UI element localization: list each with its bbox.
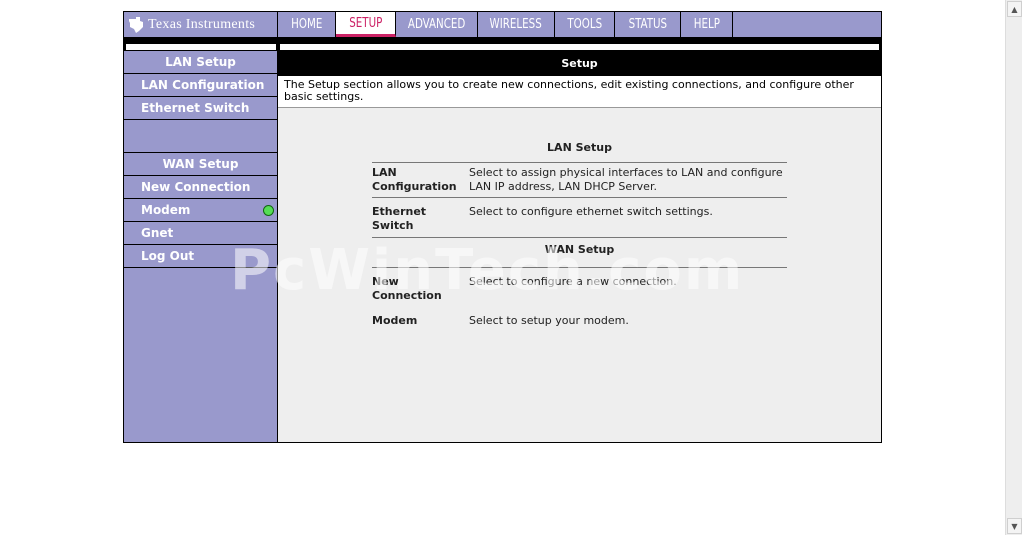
tab-setup[interactable]: SETUP — [336, 12, 396, 37]
tab-status[interactable]: STATUS — [615, 12, 681, 37]
router-admin-frame: Texas Instruments HOME SETUP ADVANCED WI… — [123, 11, 882, 443]
tab-wireless[interactable]: WIRELESS — [478, 12, 555, 37]
setup-index: LAN Setup LAN Configuration Select to as… — [372, 137, 787, 332]
page-title: Setup — [278, 51, 881, 76]
divider-gap-right — [280, 44, 879, 50]
header-divider — [123, 38, 882, 51]
link-lan-configuration[interactable]: LAN Configuration — [372, 166, 469, 194]
scroll-up-icon[interactable]: ▲ — [1007, 1, 1022, 17]
sidebar-item-gnet[interactable]: Gnet — [124, 222, 277, 245]
sidebar-item-lan-configuration[interactable]: LAN Configuration — [124, 74, 277, 97]
vertical-scrollbar[interactable]: ▲ ▼ — [1005, 0, 1022, 535]
link-modem[interactable]: Modem — [372, 314, 469, 328]
sidebar-item-modem[interactable]: Modem — [124, 199, 277, 222]
tab-home[interactable]: HOME — [278, 12, 336, 37]
top-navigation: Texas Instruments HOME SETUP ADVANCED WI… — [123, 11, 882, 38]
sidebar-item-ethernet-switch[interactable]: Ethernet Switch — [124, 97, 277, 120]
tab-advanced[interactable]: ADVANCED — [396, 12, 478, 37]
ti-logo: Texas Instruments — [124, 12, 278, 37]
row-description: Select to setup your modem. — [469, 314, 629, 327]
main-panel: Setup The Setup section allows you to cr… — [278, 51, 882, 443]
table-row: Modem Select to setup your modem. — [372, 307, 787, 332]
sidebar-item-label: Modem — [141, 203, 191, 217]
scroll-down-icon[interactable]: ▼ — [1007, 518, 1022, 534]
link-new-connection[interactable]: New Connection — [372, 275, 469, 303]
tab-help[interactable]: HELP — [681, 12, 733, 37]
link-ethernet-switch[interactable]: Ethernet Switch — [372, 205, 469, 233]
tab-tools[interactable]: TOOLS — [555, 12, 615, 37]
brand-name: Texas Instruments — [148, 16, 256, 32]
lan-section-title: LAN Setup — [372, 137, 787, 163]
sidebar-header-wan: WAN Setup — [124, 153, 277, 176]
table-row: LAN Configuration Select to assign physi… — [372, 163, 787, 198]
row-description: Select to assign physical interfaces to … — [469, 166, 783, 193]
sidebar-header-lan: LAN Setup — [124, 51, 277, 74]
sidebar: LAN Setup LAN Configuration Ethernet Swi… — [123, 51, 278, 443]
row-description: Select to configure a new connection. — [469, 275, 677, 288]
sidebar-item-log-out[interactable]: Log Out — [124, 245, 277, 268]
divider-gap-left — [126, 44, 276, 50]
wan-section-title: WAN Setup — [372, 238, 787, 268]
page-intro: The Setup section allows you to create n… — [278, 76, 881, 108]
table-row: Ethernet Switch Select to configure ethe… — [372, 198, 787, 238]
table-row: New Connection Select to configure a new… — [372, 268, 787, 307]
sidebar-spacer — [124, 120, 277, 153]
ti-logo-icon — [129, 16, 143, 33]
sidebar-item-new-connection[interactable]: New Connection — [124, 176, 277, 199]
row-description: Select to configure ethernet switch sett… — [469, 205, 713, 218]
modem-status-led-icon — [263, 205, 274, 216]
